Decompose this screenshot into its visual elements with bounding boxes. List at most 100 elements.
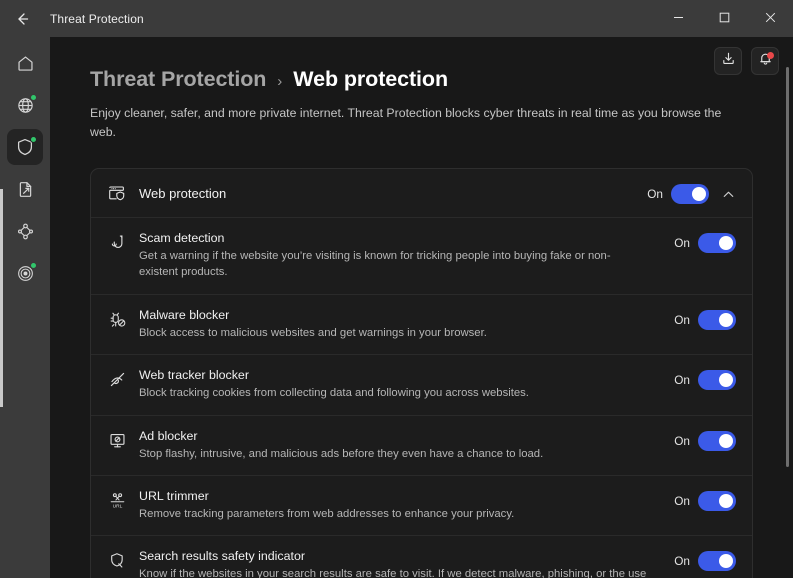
close-button[interactable]	[747, 0, 793, 37]
card-title: Web protection	[139, 185, 227, 201]
scrollbar-thumb[interactable]	[786, 67, 789, 467]
setting-row-search-results-safety-indicator: Search results safety indicator Know if …	[91, 535, 752, 578]
sidebar-item-file-share[interactable]	[7, 171, 43, 207]
content-area: Threat Protection › Web protection Enjoy…	[50, 37, 793, 578]
status-dot	[30, 262, 37, 269]
setting-row-url-trimmer: URL URL trimmer Remove tracking paramete…	[91, 474, 752, 535]
setting-description: Remove tracking parameters from web addr…	[139, 507, 515, 520]
setting-toggle-group: On	[674, 308, 736, 330]
card-toggle-group: On	[647, 182, 709, 205]
setting-toggle-label: On	[674, 236, 690, 251]
sidebar-item-dark-web-monitor[interactable]	[7, 255, 43, 291]
maximize-button[interactable]	[701, 0, 747, 37]
setting-toggle[interactable]	[698, 309, 736, 330]
card-toggle[interactable]	[671, 184, 709, 205]
chevron-up-icon[interactable]	[721, 185, 736, 202]
toggle-knob	[719, 373, 733, 388]
page-subtitle: Enjoy cleaner, safer, and more private i…	[90, 106, 722, 140]
breadcrumb-parent[interactable]: Threat Protection	[90, 67, 266, 92]
setting-toggle[interactable]	[698, 233, 736, 254]
setting-description: Know if the websites in your search resu…	[139, 568, 647, 578]
sidebar-item-meshnet[interactable]	[7, 213, 43, 249]
sidebar-item-threat-protection[interactable]	[7, 129, 43, 165]
setting-row-web-tracker-blocker: Web tracker blocker Block tracking cooki…	[91, 354, 752, 414]
title-bar: Threat Protection	[0, 0, 793, 37]
close-icon	[765, 10, 776, 28]
setting-row-ad-blocker: Ad blocker Stop flashy, intrusive, and m…	[91, 414, 752, 475]
setting-text: Web tracker blocker Block tracking cooki…	[139, 368, 662, 401]
setting-title: URL trimmer	[139, 488, 209, 503]
status-dot	[30, 136, 37, 143]
setting-text: Malware blocker Block access to maliciou…	[139, 308, 662, 341]
setting-toggle[interactable]	[698, 430, 736, 451]
setting-title: Scam detection	[139, 231, 225, 246]
svg-text:URL: URL	[112, 504, 122, 510]
breadcrumb: Threat Protection › Web protection	[90, 67, 753, 92]
eye-off-icon	[107, 368, 127, 389]
setting-toggle[interactable]	[698, 551, 736, 572]
sidebar-item-home[interactable]	[7, 45, 43, 81]
toggle-knob	[719, 554, 733, 569]
browser-shield-icon	[107, 183, 127, 203]
setting-toggle-group: On	[674, 489, 736, 511]
setting-text: URL trimmer Remove tracking parameters f…	[139, 489, 662, 522]
toggle-knob	[692, 187, 706, 202]
header-actions	[714, 47, 779, 75]
maximize-icon	[719, 10, 730, 28]
setting-title: Search results safety indicator	[139, 549, 305, 564]
page-title: Web protection	[293, 67, 448, 91]
back-arrow-icon	[14, 11, 30, 27]
setting-text: Scam detection Get a warning if the webs…	[139, 231, 662, 281]
search-shield-icon	[107, 549, 127, 570]
content-scroll: Threat Protection › Web protection Enjoy…	[50, 37, 793, 578]
setting-toggle-group: On	[674, 429, 736, 451]
notification-badge	[767, 52, 774, 59]
fish-hook-icon	[107, 231, 127, 252]
setting-toggle-group: On	[674, 549, 736, 572]
window-edge-artifact	[0, 189, 3, 407]
setting-toggle-group: On	[674, 231, 736, 254]
setting-toggle-label: On	[674, 493, 690, 508]
setting-description: Stop flashy, intrusive, and malicious ad…	[139, 447, 544, 460]
minimize-icon	[673, 10, 684, 28]
toggle-knob	[719, 236, 733, 251]
home-icon	[16, 54, 35, 73]
card-header[interactable]: Web protection On	[91, 169, 752, 217]
monitor-blocked-icon	[107, 429, 127, 450]
sidebar-item-vpn[interactable]	[7, 87, 43, 123]
window-title: Threat Protection	[50, 11, 144, 26]
setting-description: Get a warning if the website you’re visi…	[139, 250, 611, 279]
notifications-button[interactable]	[751, 47, 779, 75]
setting-toggle-label: On	[674, 312, 690, 327]
web-protection-card: Web protection On Scam detection Get a w…	[90, 168, 753, 578]
page-header: Threat Protection › Web protection Enjoy…	[50, 37, 793, 142]
minimize-button[interactable]	[655, 0, 701, 37]
meshnet-icon	[16, 222, 35, 241]
setting-title: Web tracker blocker	[139, 368, 249, 383]
setting-toggle[interactable]	[698, 490, 736, 511]
setting-row-scam-detection: Scam detection Get a warning if the webs…	[91, 217, 752, 294]
chevron-right-icon: ›	[277, 73, 283, 90]
app-window: Threat Protection Threat Protection › We…	[0, 0, 793, 578]
download-icon	[721, 51, 736, 71]
file-share-icon	[16, 180, 35, 199]
setting-title: Ad blocker	[139, 428, 198, 443]
sidebar-rail	[0, 37, 50, 578]
vertical-scrollbar[interactable]	[785, 67, 791, 578]
toggle-knob	[719, 312, 733, 327]
setting-description: Block tracking cookies from collecting d…	[139, 387, 529, 400]
url-scissors-icon: URL	[107, 489, 127, 510]
setting-toggle-label: On	[674, 433, 690, 448]
malware-bug-blocked-icon	[107, 308, 127, 329]
downloads-button[interactable]	[714, 47, 742, 75]
status-dot	[30, 94, 37, 101]
setting-toggle[interactable]	[698, 370, 736, 391]
window-controls	[655, 0, 793, 37]
back-button[interactable]	[0, 0, 44, 37]
setting-toggle-label: On	[674, 554, 690, 569]
setting-text: Search results safety indicator Know if …	[139, 549, 662, 578]
setting-description: Block access to malicious websites and g…	[139, 326, 487, 339]
setting-row-malware-blocker: Malware blocker Block access to maliciou…	[91, 293, 752, 354]
toggle-knob	[719, 493, 733, 508]
toggle-knob	[719, 433, 733, 448]
